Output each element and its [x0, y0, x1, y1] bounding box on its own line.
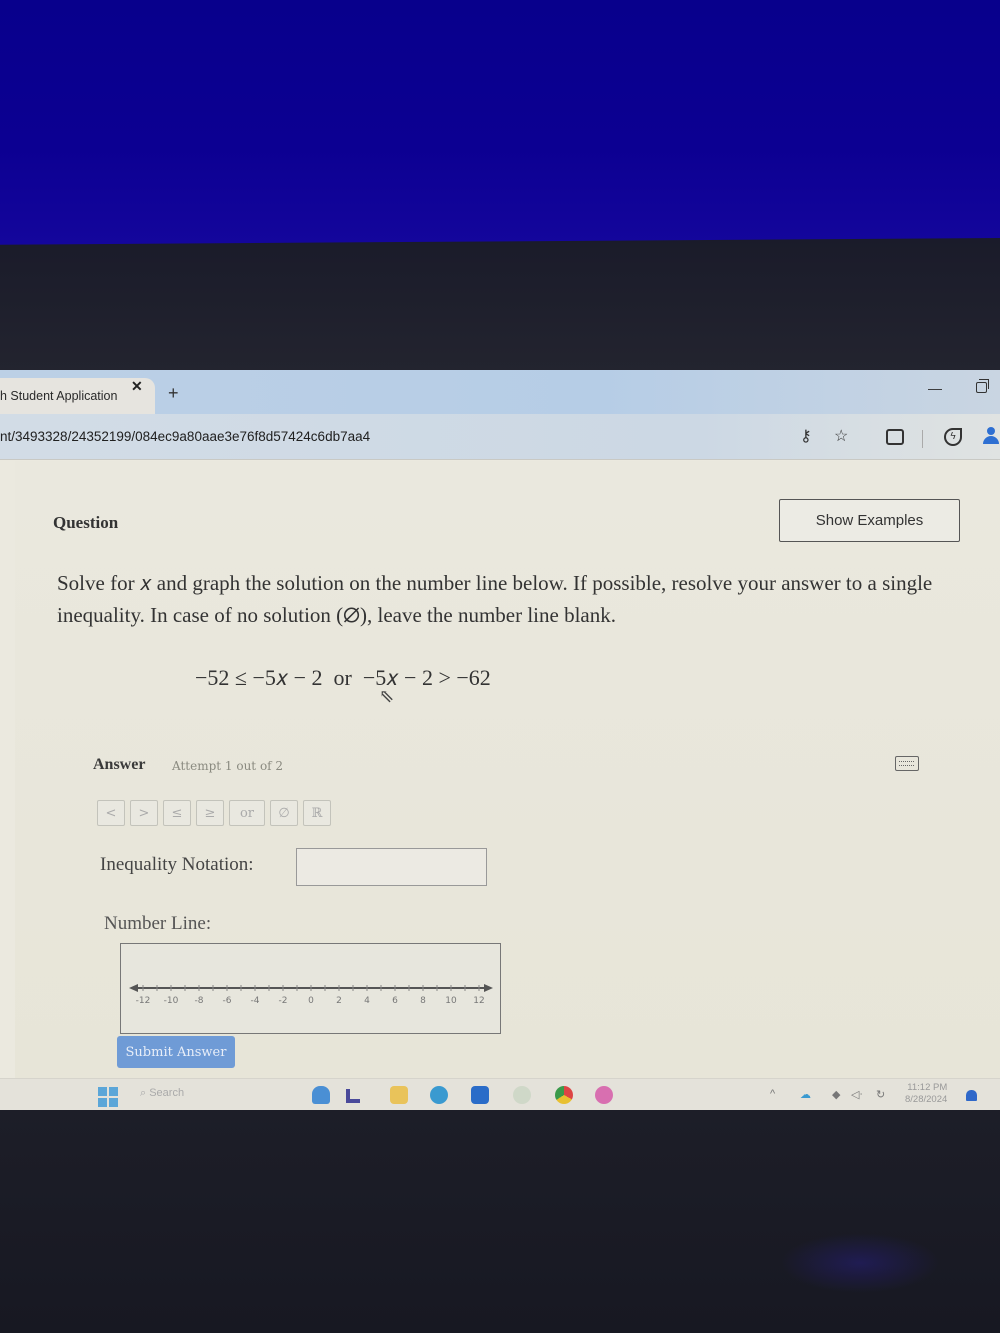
tick-label: 4	[364, 996, 370, 1006]
inequality-notation-input[interactable]	[296, 848, 487, 886]
onedrive-icon[interactable]: ☁	[800, 1088, 811, 1101]
extensions-icon[interactable]	[886, 429, 904, 445]
notifications-bell-icon[interactable]	[966, 1090, 977, 1101]
search-placeholder: Search	[149, 1087, 185, 1099]
windows-start-icon[interactable]	[98, 1087, 118, 1107]
restore-window-icon[interactable]	[976, 379, 989, 393]
file-explorer-icon[interactable]	[390, 1086, 408, 1104]
tick-label: 10	[445, 996, 457, 1006]
tray-chevron-icon[interactable]: ^	[770, 1088, 775, 1100]
tick-label: -8	[195, 996, 204, 1006]
clock[interactable]: 11:12 PM 8/28/2024	[905, 1082, 947, 1106]
or-button[interactable]: or	[229, 800, 265, 826]
wifi-icon[interactable]: ◆	[832, 1088, 840, 1101]
symbol-toolbar: < > ≤ ≥ or ∅ ℝ	[97, 800, 331, 826]
screen: h Student Application ✕ + — nt/3493328/2…	[0, 370, 1000, 1110]
tick-label: -10	[164, 996, 179, 1006]
greater-than-button[interactable]: >	[130, 800, 158, 826]
less-equal-button[interactable]: ≤	[163, 800, 191, 826]
clock-time: 11:12 PM	[907, 1082, 948, 1093]
widgets-icon[interactable]	[312, 1086, 330, 1104]
edge-icon[interactable]	[430, 1086, 448, 1104]
tick-label: 2	[336, 996, 342, 1006]
new-tab-icon[interactable]: +	[168, 383, 179, 404]
question-prompt: Solve for 𝑥 and graph the solution on th…	[57, 571, 933, 627]
less-than-button[interactable]: <	[97, 800, 125, 826]
left-arrow-icon	[129, 984, 138, 992]
mouse-cursor-icon: ⇖	[379, 686, 395, 707]
taskbar-search[interactable]: ⌕ Search	[140, 1087, 184, 1100]
tick-label: 0	[308, 996, 314, 1006]
empty-set-button[interactable]: ∅	[270, 800, 298, 826]
password-key-icon[interactable]: ⚷	[800, 426, 812, 446]
background-wall	[0, 0, 1000, 245]
copilot-icon[interactable]: ϟ	[944, 428, 962, 446]
search-icon: ⌕	[140, 1087, 150, 1099]
tick-label: 6	[392, 996, 398, 1006]
number-line-widget[interactable]: -12 -10 -8 -6 -4 -2 0 2 4 6 8 10 12	[120, 943, 501, 1034]
address-bar: nt/3493328/24352199/084ec9a80aae3e76f8d5…	[0, 414, 1000, 460]
clock-date: 8/28/2024	[905, 1094, 948, 1105]
attempt-counter: Attempt 1 out of 2	[172, 759, 284, 773]
app-circle-icon[interactable]	[513, 1086, 531, 1104]
question-page: Question Show Examples Solve for 𝑥 and g…	[15, 461, 1000, 1078]
question-heading: Question	[53, 513, 119, 532]
keyboard-icon[interactable]	[895, 756, 919, 771]
tick-label: 12	[473, 996, 484, 1006]
tick-label: -6	[223, 996, 232, 1006]
toolbar-divider	[922, 430, 923, 448]
inequality-equation: −52 ≤ −5𝑥 − 2 or −5𝑥 − 2 > −62	[195, 665, 491, 690]
tick-label: -4	[251, 996, 260, 1006]
store-icon[interactable]	[471, 1086, 489, 1104]
taskbar: ⌕ Search ^ ☁ ◆ ◁ᐧ ↻ 11:12 PM 8/28/2024	[0, 1078, 1000, 1110]
tab-title: h Student Application	[0, 389, 118, 403]
minimize-icon[interactable]: —	[928, 380, 942, 396]
number-line-label: Number Line:	[104, 913, 212, 934]
monitor-bezel-bottom	[0, 1108, 1000, 1333]
app-l-icon[interactable]	[346, 1089, 360, 1103]
favorite-star-icon[interactable]: ☆	[834, 426, 848, 446]
volume-icon[interactable]: ◁ᐧ	[851, 1088, 862, 1101]
tick-label: -2	[279, 996, 288, 1006]
close-tab-icon[interactable]: ✕	[131, 378, 143, 395]
tab-bar: h Student Application ✕ + —	[0, 370, 1000, 414]
greater-equal-button[interactable]: ≥	[196, 800, 224, 826]
monitor-bezel-top	[0, 238, 1000, 373]
inequality-notation-label: Inequality Notation:	[100, 854, 254, 875]
firefox-icon[interactable]	[595, 1086, 613, 1104]
answer-heading: Answer	[93, 756, 146, 773]
battery-icon[interactable]: ↻	[876, 1088, 885, 1101]
url-field[interactable]: nt/3493328/24352199/084ec9a80aae3e76f8d5…	[0, 429, 370, 444]
chrome-icon[interactable]	[555, 1086, 573, 1104]
tick-label: 8	[420, 996, 426, 1006]
show-examples-button[interactable]: Show Examples	[779, 499, 960, 542]
number-line-svg[interactable]: -12 -10 -8 -6 -4 -2 0 2 4 6 8 10 12	[121, 944, 499, 1032]
all-reals-button[interactable]: ℝ	[303, 800, 331, 826]
submit-answer-button[interactable]: Submit Answer	[117, 1036, 235, 1068]
right-arrow-icon	[484, 984, 493, 992]
tick-label: -12	[136, 996, 151, 1006]
